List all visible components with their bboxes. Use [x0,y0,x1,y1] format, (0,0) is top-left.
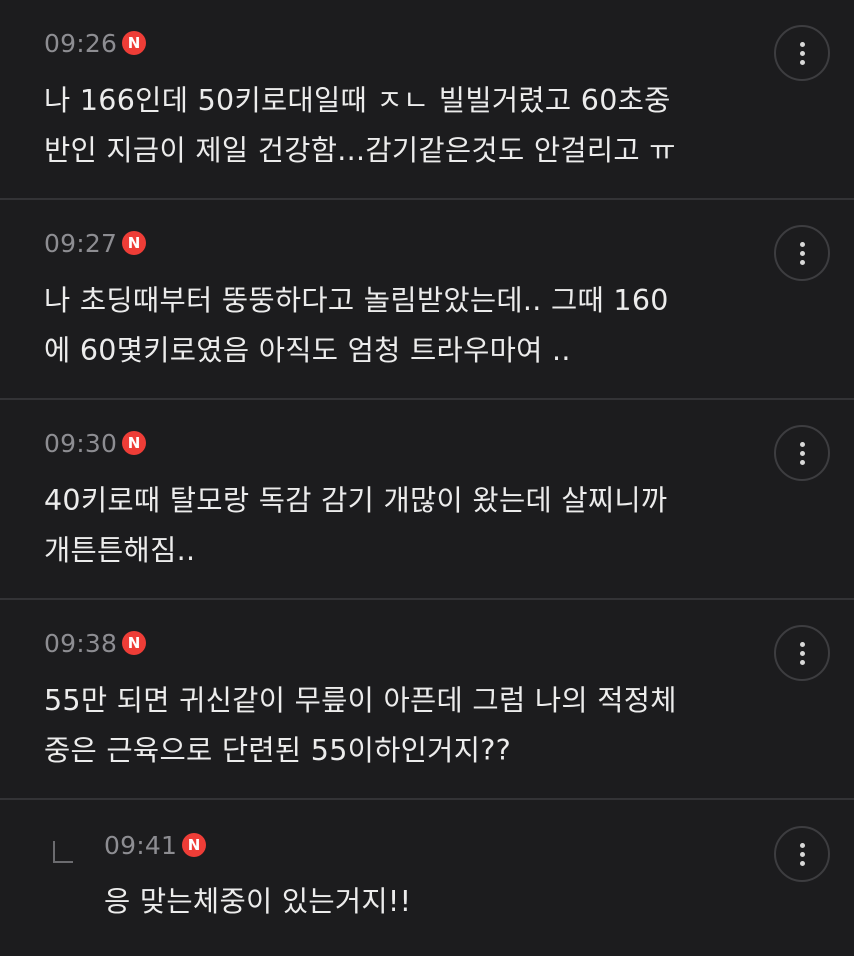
comment-list: 09:26 N 나 166인데 50키로대일때 ㅈㄴ 빌빌거렸고 60초중 반인… [0,0,854,956]
comment-time: 09:26 [44,28,118,58]
reply-time: 09:41 [104,830,178,860]
new-badge: N [182,833,207,857]
comment-meta: 09:30 N [44,427,147,459]
comment-text: 55만 되면 귀신같이 무릎이 아픈데 그럼 나의 적정체 중은 근육으로 단련… [44,684,677,767]
reply-meta: 09:41 N [104,829,207,861]
more-options-button[interactable] [774,625,830,681]
more-options-button[interactable] [774,826,830,882]
comment-text: 나 166인데 50키로대일때 ㅈㄴ 빌빌거렸고 60초중 반인 지금이 제일 … [44,84,676,167]
comment-meta: 09:27 N [44,227,147,259]
more-vertical-icon [799,41,805,47]
comment-item: 09:27 N 나 초딩때부터 뚱뚱하다고 놀림받았는데.. 그때 160 에 … [0,200,854,400]
reply-item: 09:41 N 응 맞는체중이 있는거지!! [0,800,854,956]
comment-text: 나 초딩때부터 뚱뚱하다고 놀림받았는데.. 그때 160 에 60몇키로였음 … [44,284,669,367]
new-badge: N [122,631,147,655]
comment-meta: 09:26 N [44,27,147,59]
new-badge: N [122,431,147,455]
comment-text: 40키로때 탈모랑 독감 감기 개많이 왔는데 살찌니까 개튼튼해짐.. [44,484,668,567]
comment-time: 09:30 [44,428,118,458]
more-options-button[interactable] [774,225,830,281]
comment-item: 09:30 N 40키로때 탈모랑 독감 감기 개많이 왔는데 살찌니까 개튼튼… [0,400,854,600]
comment-time: 09:27 [44,228,118,258]
reply-text: 응 맞는체중이 있는거지!! [104,885,412,918]
comment-meta: 09:38 N [44,627,147,659]
new-badge: N [122,231,147,255]
new-badge: N [122,31,147,55]
comment-item: 09:38 N 55만 되면 귀신같이 무릎이 아픈데 그럼 나의 적정체 중은… [0,600,854,800]
reply-arrow-icon [53,841,73,863]
comment-time: 09:38 [44,628,118,658]
more-options-button[interactable] [774,25,830,81]
more-vertical-icon [799,842,805,848]
more-options-button[interactable] [774,425,830,481]
more-vertical-icon [799,441,805,447]
more-vertical-icon [799,641,805,647]
comment-item: 09:26 N 나 166인데 50키로대일때 ㅈㄴ 빌빌거렸고 60초중 반인… [0,0,854,200]
more-vertical-icon [799,241,805,247]
